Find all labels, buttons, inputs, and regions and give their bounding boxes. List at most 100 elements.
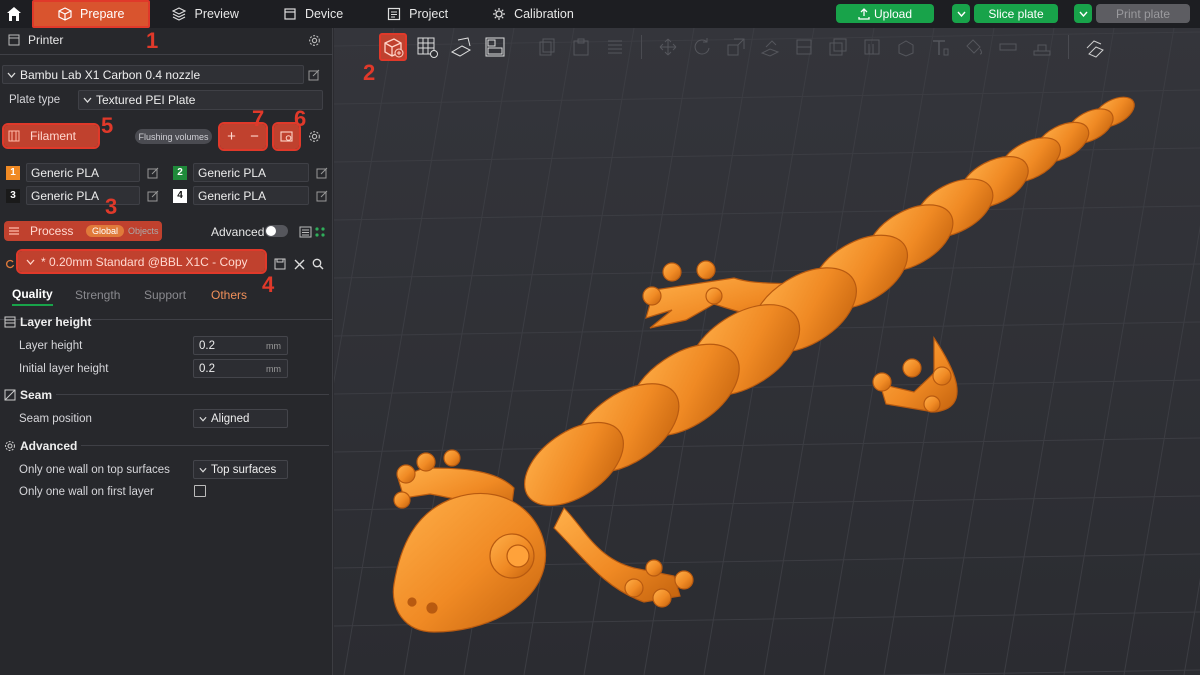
cut-tool[interactable] — [790, 33, 818, 61]
filament-slot-3[interactable]: 3 Generic PLA — [6, 186, 160, 205]
tab-project[interactable]: Project — [365, 0, 470, 28]
upload-button[interactable]: Upload — [836, 4, 934, 23]
move-icon — [659, 38, 677, 56]
search-button[interactable] — [311, 257, 325, 271]
layer-height-input[interactable]: 0.2 mm — [193, 336, 288, 355]
color-paint-tool[interactable] — [960, 33, 988, 61]
tab-calibration[interactable]: Calibration — [470, 0, 596, 28]
process-section-header[interactable]: Process Global Objects — [4, 221, 162, 241]
tab-quality[interactable]: Quality — [12, 287, 53, 306]
tab-device[interactable]: Device — [261, 0, 365, 28]
printer-icon — [8, 34, 20, 46]
tab-others[interactable]: Others — [211, 288, 247, 302]
printer-select[interactable]: Bambu Lab X1 Carbon 0.4 nozzle — [2, 65, 304, 84]
edit-printer-button[interactable] — [307, 68, 321, 82]
move-tool[interactable] — [654, 33, 682, 61]
one-wall-first-checkbox[interactable] — [194, 485, 206, 497]
gear-icon — [308, 130, 320, 142]
add-plate-button[interactable] — [413, 33, 441, 61]
filament-slot-1[interactable]: 1 Generic PLA — [6, 163, 160, 182]
annotation-7: 7 — [252, 106, 265, 131]
split-tool[interactable] — [1081, 33, 1109, 61]
edit-icon[interactable] — [315, 189, 329, 203]
filament-slot-4[interactable]: 4 Generic PLA — [173, 186, 329, 205]
share-icon — [315, 227, 325, 237]
filament-section-header[interactable]: Filament — [2, 123, 100, 149]
printer-section-title: Printer — [28, 33, 64, 47]
support-icon — [864, 39, 880, 55]
tab-support[interactable]: Support — [144, 288, 186, 302]
lay-on-face-tool[interactable] — [756, 33, 784, 61]
slot-material[interactable]: Generic PLA — [193, 163, 309, 182]
compare-button[interactable] — [298, 225, 312, 239]
upload-icon — [858, 7, 870, 20]
rotate-tool[interactable] — [688, 33, 716, 61]
print-label: Print plate — [1115, 6, 1171, 21]
slice-dropdown[interactable] — [952, 4, 970, 23]
flushing-volumes-button[interactable]: Flushing volumes — [135, 129, 212, 144]
slot-material[interactable]: Generic PLA — [26, 186, 140, 205]
edit-icon[interactable] — [315, 166, 329, 180]
search-icon — [312, 258, 324, 270]
initial-layer-height-input[interactable]: 0.2 mm — [193, 359, 288, 378]
support-paint-tool[interactable] — [858, 33, 886, 61]
print-plate-button[interactable]: Print plate — [1096, 4, 1190, 23]
slot-number: 4 — [173, 188, 187, 203]
edit-icon — [308, 69, 320, 81]
tab-label: Device — [304, 7, 344, 21]
text-tool[interactable] — [926, 33, 954, 61]
tab-preview[interactable]: Preview — [150, 0, 260, 28]
seam-icon — [4, 389, 16, 401]
home-button[interactable] — [0, 0, 28, 28]
arrange-button[interactable] — [481, 33, 509, 61]
tab-prepare[interactable]: Prepare — [32, 0, 151, 28]
chevron-down-icon — [199, 416, 207, 422]
edit-icon[interactable] — [146, 166, 160, 180]
settings-sidebar: Printer Bambu Lab X1 Carbon 0.4 nozzle P… — [0, 28, 333, 675]
tab-strength[interactable]: Strength — [75, 288, 120, 302]
save-preset-button[interactable] — [273, 257, 287, 271]
measure-tool[interactable] — [994, 33, 1022, 61]
seam-position-select[interactable]: Aligned — [193, 409, 288, 428]
orient-button[interactable] — [447, 33, 475, 61]
gecko-model[interactable] — [334, 28, 1200, 675]
printer-settings-button[interactable] — [307, 33, 321, 47]
filament-settings-button[interactable] — [307, 129, 321, 143]
layer-height-label: Layer height — [19, 340, 83, 352]
seam-paint-tool[interactable] — [892, 33, 920, 61]
seam-paint-icon — [898, 40, 914, 57]
tab-label: Prepare — [80, 7, 125, 21]
print-dropdown[interactable] — [1074, 4, 1092, 23]
slot-material[interactable]: Generic PLA — [193, 186, 309, 205]
preset-sync-icon — [3, 257, 17, 271]
boolean-tool[interactable] — [824, 33, 852, 61]
assembly-tool[interactable] — [1028, 33, 1056, 61]
global-toggle[interactable]: Global — [86, 225, 125, 237]
copy-button[interactable] — [533, 33, 561, 61]
annotation-2: 2 — [363, 60, 376, 85]
delete-preset-button[interactable] — [292, 257, 306, 271]
filament-slot-2[interactable]: 2 Generic PLA — [173, 163, 329, 182]
seam-position-value: Aligned — [211, 412, 250, 425]
split-icon — [1086, 40, 1104, 58]
one-wall-top-select[interactable]: Top surfaces — [193, 460, 288, 479]
slot-material[interactable]: Generic PLA — [26, 163, 140, 182]
project-icon — [388, 7, 401, 21]
scale-tool[interactable] — [722, 33, 750, 61]
advanced-toggle[interactable] — [265, 225, 288, 237]
close-icon — [294, 259, 304, 269]
printer-section-header: Printer — [0, 29, 333, 51]
3d-viewport[interactable]: 2 — [334, 28, 1200, 675]
one-wall-top-value: Top surfaces — [211, 463, 277, 476]
objects-toggle[interactable]: Objects — [128, 226, 159, 236]
edit-icon[interactable] — [146, 189, 160, 203]
add-object-button[interactable] — [379, 33, 407, 61]
paste-button[interactable] — [567, 33, 595, 61]
plate-type-select[interactable]: Textured PEI Plate — [78, 90, 323, 110]
slice-plate-button[interactable]: Slice plate — [974, 4, 1058, 23]
process-share-button[interactable] — [313, 225, 327, 239]
slot-number: 2 — [173, 165, 187, 180]
delete-all-button[interactable] — [601, 33, 629, 61]
add-filament-button[interactable]: + — [227, 128, 236, 145]
process-preset-select[interactable]: * 0.20mm Standard @BBL X1C - Copy — [16, 249, 267, 274]
